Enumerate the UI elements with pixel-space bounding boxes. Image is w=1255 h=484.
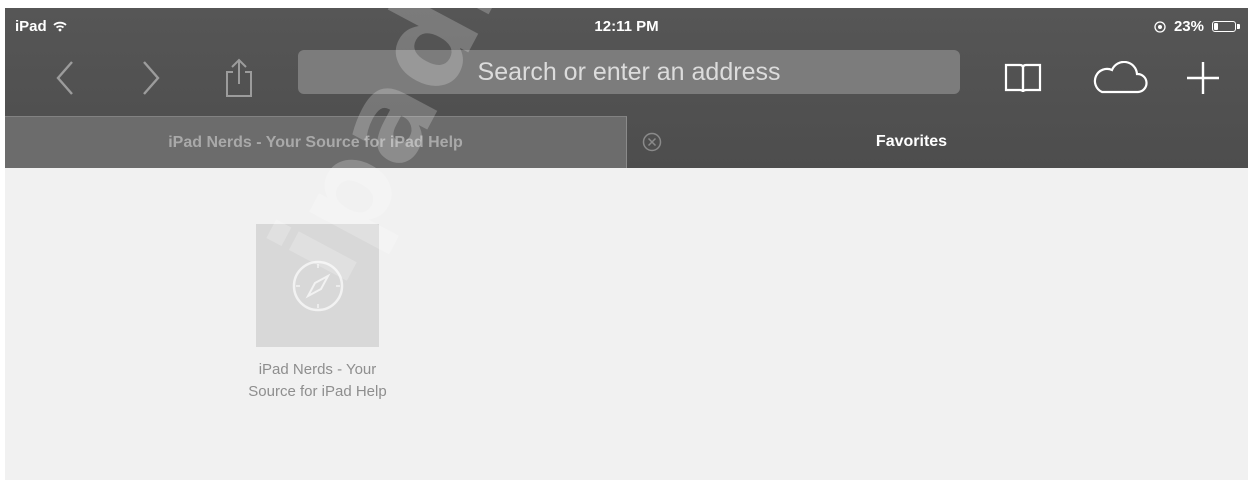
browser-chrome: iPad 12:11 PM 23% Search or enter an add… <box>5 8 1248 168</box>
safari-window: iPad 12:11 PM 23% Search or enter an add… <box>5 8 1248 480</box>
favorite-item[interactable]: iPad Nerds - Your Source for iPad Help <box>225 224 410 403</box>
battery-percent: 23% <box>1173 18 1204 35</box>
bookmarks-button[interactable] <box>1001 56 1045 100</box>
address-bar[interactable]: Search or enter an address <box>298 50 960 94</box>
favorite-title-line-2: Source for iPad Help <box>248 383 387 400</box>
favorite-title: iPad Nerds - Your Source for iPad Help <box>225 359 410 403</box>
forward-button[interactable] <box>129 56 173 100</box>
close-tab-button[interactable] <box>642 132 662 152</box>
status-time: 12:11 PM <box>594 18 659 35</box>
favorite-title-line-1: iPad Nerds - Your <box>258 361 377 378</box>
new-tab-button[interactable] <box>1181 56 1225 100</box>
tab-label: Favorites <box>875 133 948 150</box>
status-right: 23% <box>1154 18 1240 35</box>
battery-icon <box>1212 21 1240 32</box>
icloud-tabs-button[interactable] <box>1087 56 1153 100</box>
close-icon <box>642 132 662 152</box>
share-icon <box>226 58 252 97</box>
bookmarks-icon <box>1004 63 1042 93</box>
back-button[interactable] <box>43 56 87 100</box>
new-tab-icon <box>1187 62 1219 94</box>
tab-bar: iPad Nerds - Your Source for iPad Help F… <box>5 116 1248 168</box>
tab-favorites[interactable]: Favorites <box>665 116 1248 168</box>
icloud-tabs-icon <box>1093 61 1148 94</box>
status-bar: iPad 12:11 PM 23% <box>5 8 1248 46</box>
share-button[interactable] <box>217 56 261 100</box>
tab-label: iPad Nerds - Your Source for iPad Help <box>168 133 463 151</box>
address-placeholder: Search or enter an address <box>477 57 781 86</box>
back-icon <box>56 61 73 95</box>
tab-ipad-nerds[interactable]: iPad Nerds - Your Source for iPad Help <box>5 116 627 168</box>
favorites-page: iPad Nerds - Your Source for iPad Help <box>5 168 1248 480</box>
forward-icon <box>143 61 160 95</box>
rotation-lock-icon <box>1154 20 1166 33</box>
compass-icon <box>292 260 343 311</box>
battery-fill <box>1214 23 1218 30</box>
favorite-thumbnail[interactable] <box>256 224 379 347</box>
